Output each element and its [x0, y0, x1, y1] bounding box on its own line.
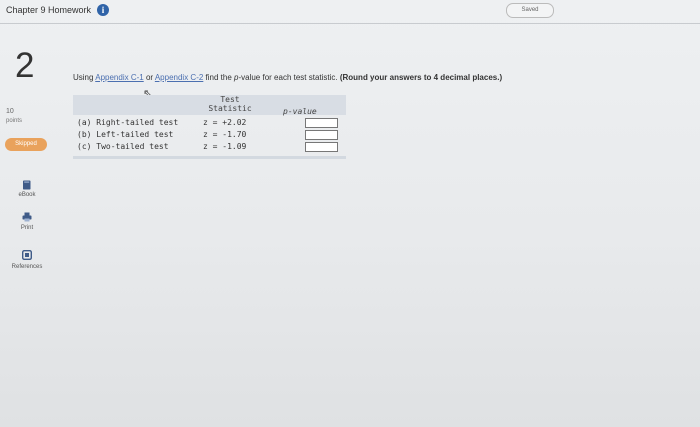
table-row: (b) Left-tailed test z = -1.70: [73, 130, 346, 142]
book-icon[interactable]: [22, 180, 32, 190]
rounding-instruction: (Round your answers to 4 decimal places.…: [339, 73, 503, 82]
prompt-text: or: [143, 73, 155, 82]
table-bottom-border: [73, 156, 346, 159]
pvalue-table: Test Statistic p-value (a) Right-tailed …: [73, 95, 346, 159]
appendix-c2-link[interactable]: Appendix C-2: [155, 73, 203, 82]
saved-status-badge: Saved: [506, 3, 554, 18]
skipped-badge: Skipped: [5, 138, 47, 151]
sidebar-item-print[interactable]: Print: [7, 225, 47, 231]
row-label: (c) Two-tailed test: [77, 142, 169, 151]
points-label: points: [6, 118, 23, 124]
print-icon[interactable]: [22, 212, 32, 222]
sidebar-item-references[interactable]: References: [7, 264, 47, 270]
appendix-c1-link[interactable]: Appendix C-1: [95, 73, 143, 82]
row-label: (a) Right-tailed test: [77, 118, 179, 127]
table-header: Test Statistic p-value: [73, 95, 346, 116]
assignment-header: Chapter 9 Homework i Saved: [0, 0, 700, 24]
prompt-text: find the: [203, 73, 235, 82]
question-number: 2: [15, 46, 35, 85]
sidebar-item-ebook[interactable]: eBook: [7, 192, 47, 198]
p-value-input-b[interactable]: [305, 130, 338, 140]
p-value-input-a[interactable]: [305, 118, 338, 128]
header-statistic: Statistic: [208, 104, 252, 113]
row-label: (b) Left-tailed test: [77, 130, 174, 139]
question-prompt: Using Appendix C-1 or Appendix C-2 find …: [73, 73, 502, 82]
header-divider: [0, 23, 700, 24]
row-statistic: z = -1.70: [203, 130, 247, 139]
header-test: Test: [220, 95, 240, 104]
assignment-title: Chapter 9 Homework: [6, 5, 92, 15]
table-row: (a) Right-tailed test z = +2.02: [73, 118, 346, 130]
info-icon[interactable]: i: [97, 4, 109, 16]
references-icon[interactable]: [22, 250, 32, 260]
column-header-p-value: p-value: [283, 107, 317, 116]
row-statistic: z = -1.09: [203, 142, 247, 151]
table-row: (c) Two-tailed test z = -1.09: [73, 142, 346, 154]
row-statistic: z = +2.02: [203, 118, 247, 127]
p-value-input-c[interactable]: [305, 142, 338, 152]
prompt-text: Using: [73, 73, 96, 82]
points-value: 10: [6, 108, 14, 115]
prompt-text: -value for each test statistic.: [238, 73, 340, 82]
column-header-test-statistic: Test Statistic: [201, 95, 259, 113]
